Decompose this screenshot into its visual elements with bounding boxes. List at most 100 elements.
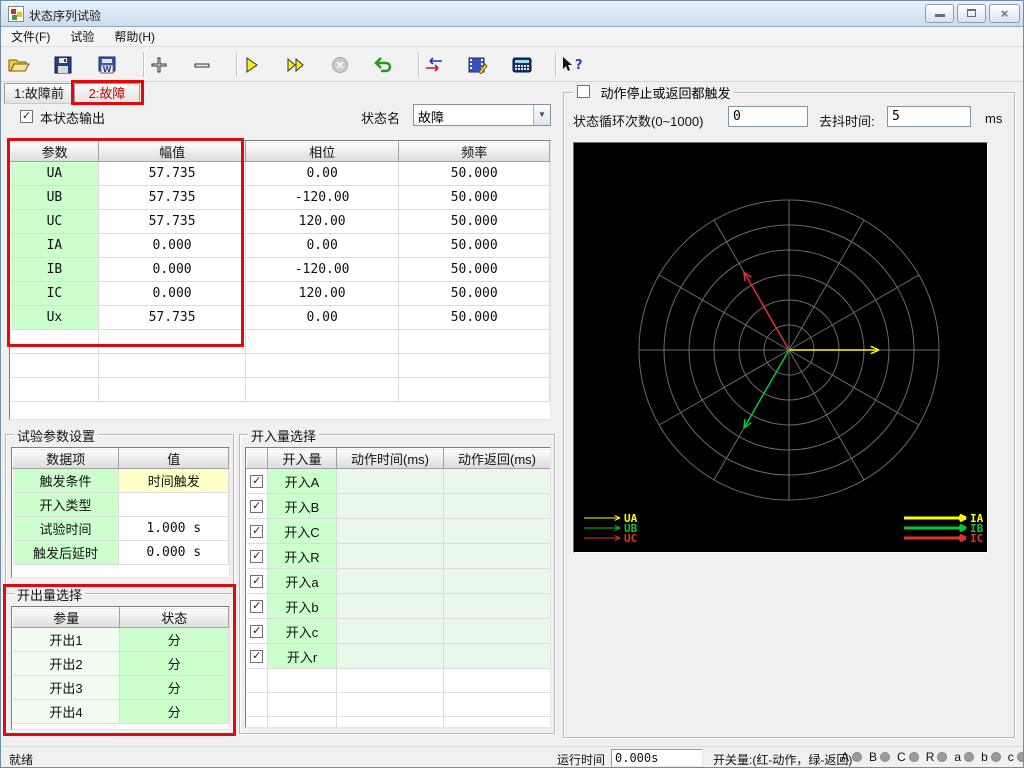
action-time-cell[interactable] <box>337 494 444 519</box>
input-checkbox[interactable]: ✓ <box>250 525 263 538</box>
channel-name-cell: IC <box>11 282 99 306</box>
col-check <box>247 449 268 469</box>
action-time-cell[interactable] <box>337 519 444 544</box>
phasor-chart: UAUBUCIAIBIC <box>573 142 988 553</box>
col-param: 参数 <box>11 142 99 162</box>
output-select-title: 开出量选择 <box>14 585 85 604</box>
tab-fault[interactable]: 2:故障 <box>74 83 140 104</box>
phase-cell[interactable]: 120.00 <box>245 282 399 306</box>
debounce-input[interactable]: 5 <box>887 106 971 127</box>
menu-help[interactable]: 帮助(H) <box>104 26 165 47</box>
output-state-cell[interactable]: 分 <box>120 628 229 652</box>
open-button[interactable] <box>5 51 32 78</box>
phase-cell[interactable]: 0.00 <box>245 234 399 258</box>
test-param-row: 触发条件 时间触发 <box>13 469 229 493</box>
phase-cell[interactable]: 120.00 <box>245 210 399 234</box>
menu-test[interactable]: 试验 <box>60 26 104 47</box>
input-checkbox[interactable]: ✓ <box>250 600 263 613</box>
amplitude-cell[interactable]: 57.735 <box>99 186 246 210</box>
action-return-cell[interactable] <box>444 644 551 669</box>
amplitude-cell[interactable]: 57.735 <box>99 162 246 186</box>
minimize-icon <box>935 14 945 17</box>
add-state-button[interactable] <box>145 51 172 78</box>
run-all-button[interactable] <box>282 51 309 78</box>
switch-legend-label: 开关量:(红-动作，绿-返回) <box>713 751 852 768</box>
action-return-cell[interactable] <box>444 544 551 569</box>
frequency-cell[interactable]: 50.000 <box>399 162 550 186</box>
undo-button[interactable] <box>369 51 396 78</box>
stop-button[interactable] <box>326 51 353 78</box>
input-checkbox[interactable]: ✓ <box>250 475 263 488</box>
phase-cell[interactable]: -120.00 <box>245 186 399 210</box>
output-state-cell[interactable]: 分 <box>120 700 229 724</box>
waveform-report-button[interactable] <box>464 51 491 78</box>
param-value-cell[interactable]: 0.000 s <box>119 541 229 565</box>
action-time-cell[interactable] <box>337 644 444 669</box>
frequency-cell[interactable]: 50.000 <box>399 306 550 330</box>
state-output-checkbox[interactable]: ✓ <box>20 110 33 123</box>
amplitude-cell[interactable]: 0.000 <box>99 282 246 306</box>
input-checkbox[interactable]: ✓ <box>250 575 263 588</box>
amplitude-cell[interactable]: 57.735 <box>99 210 246 234</box>
param-value-cell[interactable] <box>119 493 229 517</box>
minimize-button[interactable] <box>925 4 954 23</box>
indicator-letter: R <box>926 750 935 764</box>
trigger-checkbox[interactable] <box>577 85 590 98</box>
frequency-cell[interactable]: 50.000 <box>399 210 550 234</box>
close-button[interactable]: × <box>989 4 1020 23</box>
param-value-cell[interactable]: 时间触发 <box>119 469 229 493</box>
export-report-button[interactable]: W <box>93 51 120 78</box>
input-checkbox[interactable]: ✓ <box>250 500 263 513</box>
action-return-cell[interactable] <box>444 594 551 619</box>
test-param-row: 开入类型 <box>13 493 229 517</box>
run-button[interactable] <box>238 51 265 78</box>
frequency-cell[interactable]: 50.000 <box>399 234 550 258</box>
test-param-row: 试验时间 1.000 s <box>13 517 229 541</box>
input-checkbox[interactable]: ✓ <box>250 650 263 663</box>
maximize-button[interactable] <box>957 4 986 23</box>
output-state-cell[interactable]: 分 <box>120 652 229 676</box>
context-help-button[interactable]: ? <box>557 51 584 78</box>
amplitude-cell[interactable]: 0.000 <box>99 258 246 282</box>
phase-cell[interactable]: 0.00 <box>245 306 399 330</box>
frequency-cell[interactable]: 50.000 <box>399 282 550 306</box>
param-value-cell[interactable]: 1.000 s <box>119 517 229 541</box>
indicator-letter: a <box>954 750 961 764</box>
chevron-down-icon[interactable]: ▼ <box>533 105 550 125</box>
channel-table: 参数 幅值 相位 频率 UA 57.735 0.00 50.000 <box>9 140 551 420</box>
action-return-cell[interactable] <box>444 519 551 544</box>
frequency-cell[interactable]: 50.000 <box>399 258 550 282</box>
amplitude-cell[interactable]: 57.735 <box>99 306 246 330</box>
save-button[interactable] <box>49 51 76 78</box>
input-name-cell: 开入A <box>268 469 337 494</box>
input-checkbox[interactable]: ✓ <box>250 550 263 563</box>
output-row: 开出1 分 <box>13 628 229 652</box>
state-name-combobox[interactable]: 故障 ▼ <box>413 104 551 126</box>
loop-count-input[interactable]: 0 <box>728 106 808 127</box>
frequency-cell[interactable]: 50.000 <box>399 186 550 210</box>
phasor-icon <box>424 56 444 74</box>
calculator-button[interactable] <box>508 51 535 78</box>
action-return-cell[interactable] <box>444 569 551 594</box>
app-icon <box>8 6 24 22</box>
action-time-cell[interactable] <box>337 619 444 644</box>
channel-row: IC 0.000 120.00 50.000 <box>11 282 550 306</box>
tab-prefault[interactable]: 1:故障前 <box>4 83 74 104</box>
action-time-cell[interactable] <box>337 469 444 494</box>
action-time-cell[interactable] <box>337 544 444 569</box>
output-state-cell[interactable]: 分 <box>120 676 229 700</box>
input-checkbox[interactable]: ✓ <box>250 625 263 638</box>
input-row: ✓ 开入A <box>247 469 551 494</box>
remove-state-button[interactable] <box>188 51 215 78</box>
action-return-cell[interactable] <box>444 469 551 494</box>
phase-cell[interactable]: -120.00 <box>245 258 399 282</box>
menu-file[interactable]: 文件(F) <box>1 26 60 47</box>
action-return-cell[interactable] <box>444 619 551 644</box>
phasor-view-button[interactable] <box>420 51 447 78</box>
action-return-cell[interactable] <box>444 494 551 519</box>
input-select-header: 开入量 动作时间(ms) 动作返回(ms) <box>247 449 551 469</box>
action-time-cell[interactable] <box>337 594 444 619</box>
action-time-cell[interactable] <box>337 569 444 594</box>
phase-cell[interactable]: 0.00 <box>245 162 399 186</box>
amplitude-cell[interactable]: 0.000 <box>99 234 246 258</box>
